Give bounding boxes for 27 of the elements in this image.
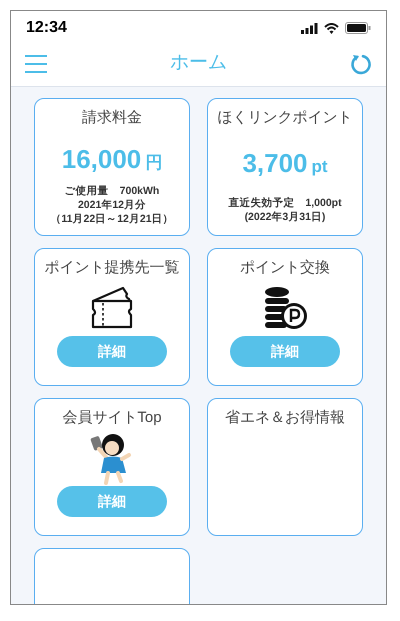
amount-unit: 円 [145, 154, 162, 170]
status-time: 12:34 [26, 18, 67, 38]
coins-icon [262, 284, 308, 330]
detail-text: ご使用量 700kWh [64, 184, 160, 198]
card-title: ポイント交換 [240, 258, 330, 278]
amount-value: 3,700 [242, 150, 308, 176]
card-title: 省エネ＆お得情報 [225, 408, 345, 428]
detail-text: 直近失効予定 1,000pt [228, 196, 342, 210]
detail-text: (2022年3月31日) [244, 210, 326, 224]
detail-text: （11月22日～12月21日） [50, 212, 174, 226]
ticket-icon [89, 284, 135, 330]
signal-icon [301, 22, 318, 34]
detail-text: 2021年12月分 [78, 198, 146, 212]
page-title: ホーム [170, 51, 227, 76]
wifi-icon [324, 22, 339, 34]
card-title: ほくリンクポイント [218, 108, 352, 128]
refresh-icon[interactable] [350, 52, 372, 74]
summary-card[interactable]: ほくリンクポイント 3,700 pt 直近失効予定 1,000pt (2022年3月31日) [207, 98, 363, 236]
amount-unit: pt [312, 158, 328, 174]
info-card[interactable]: 省エネ＆お得情報 [207, 398, 363, 536]
card-title: ポイント提携先一覧 [44, 258, 180, 278]
card-title: 会員サイトTop [62, 408, 162, 428]
menu-button[interactable] [25, 54, 47, 72]
card-title: 請求料金 [82, 108, 142, 128]
summary-card[interactable]: 請求料金 16,000 円 ご使用量 700kWh 2021年12月分 （11月22日～12月21日） [34, 98, 190, 236]
battery-icon [345, 22, 371, 34]
amount-value: 16,000 [62, 146, 142, 172]
